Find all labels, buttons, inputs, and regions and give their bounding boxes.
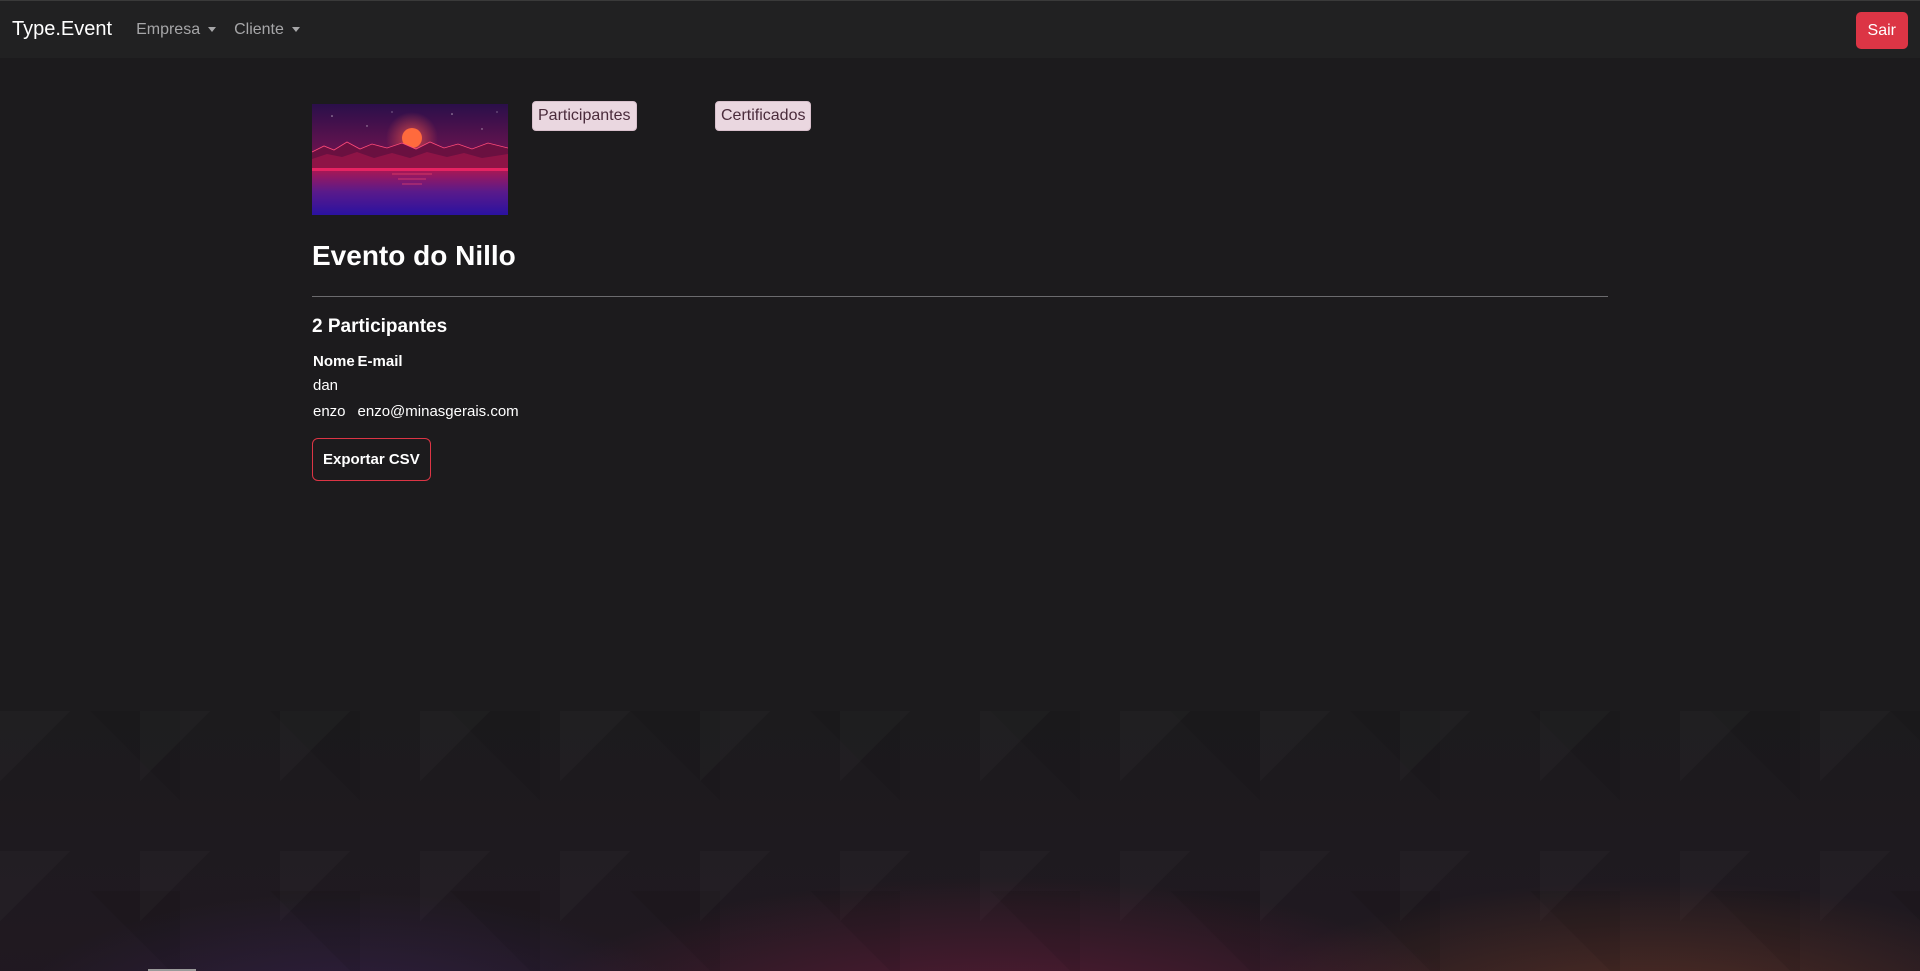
- chevron-down-icon: [208, 27, 217, 32]
- column-header-nome: Nome: [313, 352, 355, 370]
- background-gradient: [0, 711, 1920, 971]
- table-row: enzo enzo@minasgerais.com: [313, 398, 531, 424]
- column-header-email: E-mail: [357, 352, 403, 370]
- table-row: dan: [313, 372, 531, 398]
- nav-dropdown-label: Empresa: [136, 20, 201, 38]
- chevron-down-icon: [291, 27, 300, 32]
- participants-count-heading: 2 Participantes: [312, 316, 448, 337]
- divider: [312, 296, 1608, 297]
- participant-email: enzo@minasgerais.com: [357, 402, 519, 420]
- participant-email: [358, 372, 531, 398]
- participant-name: dan: [313, 376, 339, 394]
- nav-dropdown-empresa[interactable]: Empresa: [136, 20, 217, 39]
- logout-button[interactable]: Sair: [1855, 12, 1908, 49]
- navbar: Type.Event Empresa Cliente Sair: [0, 0, 1920, 58]
- nav-dropdown-cliente[interactable]: Cliente: [234, 21, 300, 39]
- nav-dropdown-label: Cliente: [234, 20, 284, 38]
- table-header-row: Nome E-mail: [313, 350, 531, 372]
- tab-participantes[interactable]: Participantes: [532, 101, 637, 131]
- page-title: Evento do Nillo: [312, 240, 516, 271]
- participants-table: Nome E-mail dan enzo enzo@minasgerais.co…: [313, 350, 531, 424]
- participant-name: enzo: [313, 402, 346, 420]
- brand-logo[interactable]: Type.Event: [12, 18, 112, 41]
- export-csv-button[interactable]: Exportar CSV: [312, 438, 431, 481]
- event-image: [312, 104, 508, 215]
- tab-certificados[interactable]: Certificados: [715, 101, 812, 131]
